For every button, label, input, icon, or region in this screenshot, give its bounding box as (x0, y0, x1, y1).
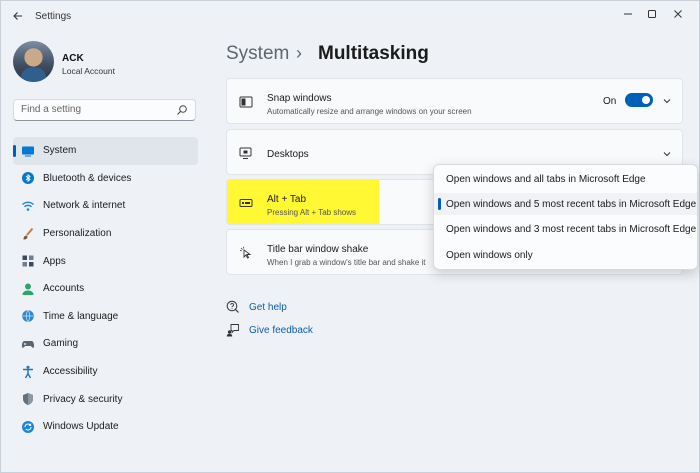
desktops-icon (239, 147, 252, 159)
desktops-title: Desktops (267, 149, 309, 160)
sidebar-item-windows-update[interactable]: Windows Update (13, 413, 198, 441)
dropdown-option-selected[interactable]: Open windows and 5 most recent tabs in M… (434, 193, 697, 215)
snap-windows-toggle[interactable] (625, 93, 653, 107)
sidebar-item-label: Bluetooth & devices (43, 172, 132, 184)
monitor-icon (22, 146, 34, 157)
sidebar-item-label: System (43, 145, 77, 157)
apps-icon (22, 255, 34, 267)
sidebar-item-label: Time & language (43, 310, 119, 322)
alt-tab-subtitle: Pressing Alt + Tab shows (267, 208, 357, 217)
sidebar-item-accounts[interactable]: Accounts (13, 275, 198, 303)
snap-windows-card[interactable]: Snap windows Automatically resize and ar… (226, 78, 683, 124)
sidebar-item-label: Accounts (43, 283, 85, 295)
maximize-icon (648, 10, 656, 18)
get-help-label[interactable]: Get help (249, 302, 287, 313)
close-icon (674, 10, 682, 18)
gamepad-icon (21, 340, 35, 348)
accessibility-icon (23, 365, 33, 378)
sidebar-item-gaming[interactable]: Gaming (13, 330, 198, 358)
give-feedback-label[interactable]: Give feedback (249, 325, 313, 336)
sidebar-item-accessibility[interactable]: Accessibility (13, 358, 198, 386)
globe-clock-icon (22, 310, 34, 323)
dropdown-option-label: Open windows and all tabs in Microsoft E… (446, 173, 646, 185)
shake-cursor-icon (239, 246, 252, 259)
maximize-button[interactable] (641, 5, 663, 23)
sidebar-item-label: Accessibility (43, 366, 98, 378)
sidebar-nav: System Bluetooth & devices Network & int… (13, 137, 198, 441)
update-icon (22, 420, 34, 433)
dropdown-option[interactable]: Open windows and 3 most recent tabs in M… (434, 218, 697, 240)
snap-layout-icon (239, 96, 253, 108)
shield-icon (23, 393, 33, 406)
chevron-down-icon[interactable] (662, 96, 672, 106)
bluetooth-icon (22, 172, 34, 185)
person-icon (22, 283, 34, 295)
app-title: Settings (35, 11, 72, 22)
snap-windows-subtitle: Automatically resize and arrange windows… (267, 107, 472, 116)
help-icon (226, 300, 239, 313)
close-button[interactable] (667, 5, 689, 23)
avatar[interactable] (13, 41, 54, 82)
dropdown-option-label: Open windows and 5 most recent tabs in M… (446, 198, 697, 210)
wifi-icon (22, 201, 34, 211)
get-help-link[interactable]: Get help (226, 300, 287, 314)
brush-icon (23, 227, 34, 240)
minimize-icon (624, 13, 632, 15)
alt-tab-icon (239, 199, 253, 207)
account-type: Local Account (62, 66, 115, 76)
search-input[interactable] (21, 104, 171, 115)
dropdown-option-label: Open windows and 3 most recent tabs in M… (446, 223, 697, 235)
dropdown-option-label: Open windows only (446, 249, 533, 261)
sidebar-item-apps[interactable]: Apps (13, 247, 198, 275)
back-button[interactable] (9, 7, 27, 25)
alt-tab-dropdown: Open windows and all tabs in Microsoft E… (433, 164, 698, 270)
sidebar-item-system[interactable]: System (13, 137, 198, 165)
breadcrumb-parent[interactable]: System (226, 43, 289, 65)
sidebar-item-label: Windows Update (43, 421, 119, 433)
search-box[interactable] (13, 99, 196, 121)
alt-tab-title: Alt + Tab (267, 194, 307, 205)
sidebar-item-label: Network & internet (43, 200, 126, 212)
back-arrow-icon (13, 12, 22, 20)
minimize-button[interactable] (617, 5, 639, 23)
sidebar-item-label: Apps (43, 255, 66, 267)
snap-toggle-state: On (603, 96, 617, 107)
sidebar-item-personalization[interactable]: Personalization (13, 220, 198, 248)
chevron-down-icon[interactable] (662, 149, 672, 159)
sidebar-item-network[interactable]: Network & internet (13, 192, 198, 220)
settings-window: Settings ACK Local Account System Blueto… (0, 0, 700, 473)
give-feedback-link[interactable]: Give feedback (226, 323, 313, 337)
snap-windows-title: Snap windows (267, 93, 332, 104)
sidebar-item-privacy[interactable]: Privacy & security (13, 385, 198, 413)
title-bar: Settings (1, 1, 699, 31)
sidebar-item-label: Privacy & security (43, 393, 123, 405)
user-name: ACK (62, 53, 84, 64)
dropdown-option[interactable]: Open windows and all tabs in Microsoft E… (434, 168, 697, 190)
sidebar-item-label: Gaming (43, 338, 79, 350)
window-shake-subtitle: When I grab a window's title bar and sha… (267, 258, 426, 267)
dropdown-option[interactable]: Open windows only (434, 244, 697, 266)
sidebar-item-label: Personalization (43, 228, 112, 240)
sidebar-item-time-language[interactable]: Time & language (13, 303, 198, 331)
sidebar-item-bluetooth[interactable]: Bluetooth & devices (13, 165, 198, 193)
feedback-icon (226, 324, 239, 337)
breadcrumb-separator: › (296, 43, 302, 63)
window-shake-title: Title bar window shake (267, 244, 369, 255)
page-title: Multitasking (318, 43, 429, 64)
search-icon[interactable] (176, 104, 188, 116)
